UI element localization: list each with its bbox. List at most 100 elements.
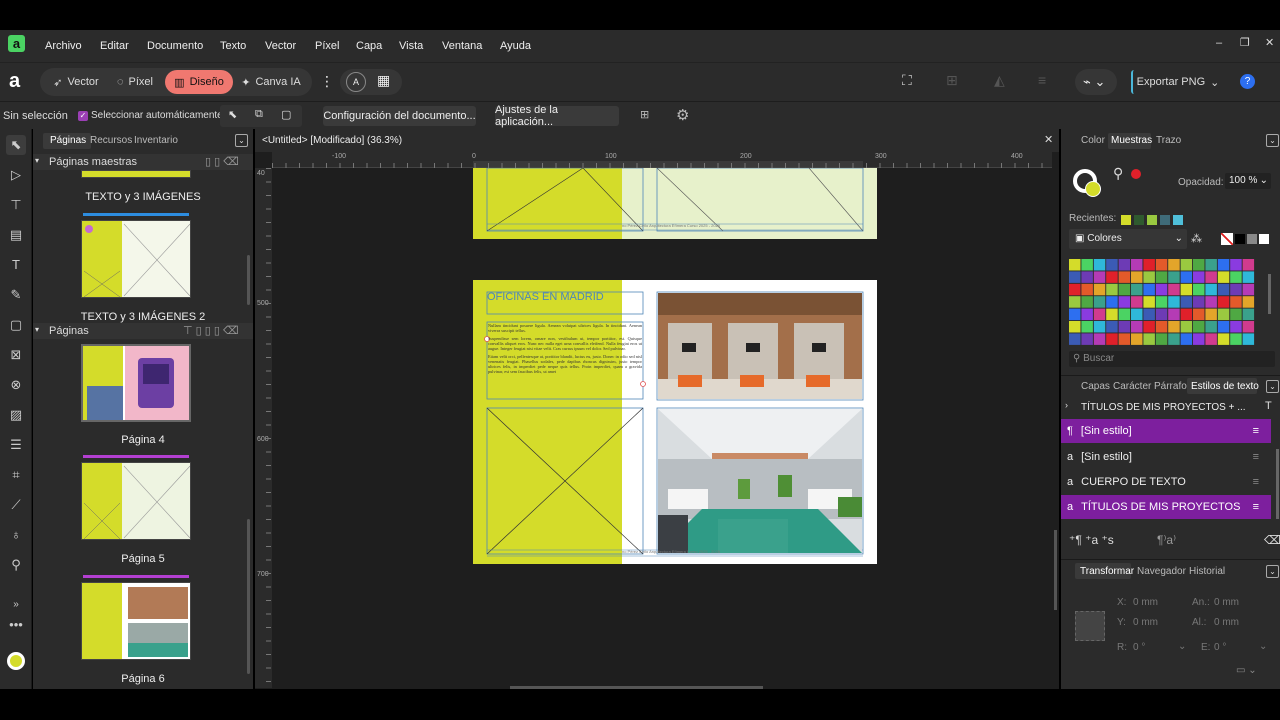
- palette-swatch[interactable]: [1069, 271, 1081, 283]
- master-thumbnail-2[interactable]: [81, 220, 191, 298]
- more-vertical-icon[interactable]: ⋮: [320, 73, 334, 90]
- palette-swatch[interactable]: [1118, 296, 1131, 308]
- palette-swatch[interactable]: [1230, 271, 1242, 283]
- tab-inventory[interactable]: Inventario: [134, 135, 178, 146]
- palette-swatch[interactable]: [1118, 308, 1131, 321]
- anchor-point-icon[interactable]: [1075, 611, 1105, 641]
- ellipse-frame-tool-icon[interactable]: ⊗: [6, 375, 26, 395]
- gear-icon[interactable]: ⚙: [676, 106, 689, 124]
- palette-swatch[interactable]: [1118, 259, 1131, 271]
- tab-navigator[interactable]: Navegador: [1137, 566, 1186, 577]
- palette-swatch[interactable]: [1217, 296, 1230, 308]
- close-tab-icon[interactable]: ✕: [1044, 133, 1053, 146]
- palette-swatch[interactable]: [1081, 296, 1093, 308]
- palette-swatch[interactable]: [1193, 283, 1205, 296]
- palette-swatch[interactable]: [1069, 283, 1081, 296]
- menu-editar[interactable]: Editar: [100, 40, 129, 52]
- persona-canva-button[interactable]: ✦ Canva IA: [238, 70, 304, 94]
- palette-swatch[interactable]: [1143, 321, 1155, 333]
- style-menu-icon[interactable]: ≡: [1253, 501, 1259, 513]
- menu-documento[interactable]: Documento: [147, 40, 203, 52]
- palette-swatch[interactable]: [1217, 283, 1230, 296]
- palette-swatch[interactable]: [1168, 283, 1180, 296]
- rotation-field[interactable]: 0 °: [1133, 642, 1145, 653]
- palette-swatch[interactable]: [1106, 308, 1118, 321]
- palette-swatch[interactable]: [1143, 333, 1155, 345]
- gray-swatch[interactable]: [1247, 234, 1257, 244]
- palette-options-icon[interactable]: ⁂: [1191, 232, 1202, 245]
- panel-menu-icon[interactable]: ⌄: [235, 134, 248, 147]
- palette-swatch[interactable]: [1143, 296, 1155, 308]
- tab-pages[interactable]: Páginas: [50, 135, 86, 146]
- style-menu-icon[interactable]: ≡: [1253, 476, 1259, 488]
- tab-paragraph[interactable]: Párrafo: [1154, 381, 1187, 392]
- palette-swatch[interactable]: [1242, 259, 1255, 271]
- palette-swatch[interactable]: [1143, 271, 1155, 283]
- palette-swatch[interactable]: [1217, 321, 1230, 333]
- master-thumb-partial[interactable]: [81, 170, 191, 178]
- width-field[interactable]: 0 mm: [1214, 597, 1239, 608]
- table-of-contents-icon[interactable]: ☰: [6, 435, 26, 455]
- palette-swatch[interactable]: [1069, 321, 1081, 333]
- y-field[interactable]: 0 mm: [1133, 617, 1158, 628]
- expand-icon[interactable]: ›: [1065, 400, 1068, 410]
- tab-swatches[interactable]: Muestras: [1111, 135, 1152, 146]
- minimize-icon[interactable]: –: [1216, 37, 1222, 49]
- tab-resources[interactable]: Recursos: [90, 135, 132, 146]
- tab-history[interactable]: Historial: [1189, 566, 1225, 577]
- palette-swatch[interactable]: [1180, 308, 1193, 321]
- opacity-field[interactable]: 100 % ⌄: [1225, 173, 1271, 189]
- palette-swatch[interactable]: [1155, 333, 1168, 345]
- recent-swatch[interactable]: [1147, 215, 1157, 225]
- menu-archivo[interactable]: Archivo: [45, 40, 82, 52]
- palette-swatch[interactable]: [1093, 271, 1106, 283]
- style-menu-icon[interactable]: ≡: [1253, 451, 1259, 463]
- palette-swatch[interactable]: [1155, 321, 1168, 333]
- palette-swatch[interactable]: [1093, 321, 1106, 333]
- palette-swatch[interactable]: [1230, 296, 1242, 308]
- node-tool-icon[interactable]: ▷: [6, 165, 26, 185]
- transform-options-icon[interactable]: ▭ ⌄: [1236, 665, 1257, 676]
- shear-field[interactable]: 0 °: [1214, 642, 1226, 653]
- style-row-project-titles[interactable]: a TÍTULOS DE MIS PROYECTOS ≡: [1061, 495, 1271, 519]
- palette-swatch[interactable]: [1155, 259, 1168, 271]
- palette-swatch[interactable]: [1106, 271, 1118, 283]
- palette-swatch[interactable]: [1230, 321, 1242, 333]
- palette-swatch[interactable]: [1205, 283, 1217, 296]
- palette-swatch[interactable]: [1168, 259, 1180, 271]
- apply-style-icon[interactable]: ¶⁾a⁾: [1157, 533, 1176, 547]
- persona-vector-button[interactable]: ➶ Vector: [46, 70, 106, 94]
- page-thumbnail-6[interactable]: [81, 582, 191, 660]
- height-field[interactable]: 0 mm: [1214, 617, 1239, 628]
- palette-swatch[interactable]: [1131, 283, 1143, 296]
- place-image-tool-icon[interactable]: ▨: [6, 405, 26, 425]
- menu-ventana[interactable]: Ventana: [442, 40, 482, 52]
- palette-swatch[interactable]: [1180, 321, 1193, 333]
- palette-swatch[interactable]: [1106, 333, 1118, 345]
- palette-swatch[interactable]: [1081, 259, 1093, 271]
- palette-swatch[interactable]: [1081, 333, 1093, 345]
- recent-swatch[interactable]: [1160, 215, 1170, 225]
- palette-swatch[interactable]: [1081, 271, 1093, 283]
- palette-swatch[interactable]: [1242, 296, 1255, 308]
- style-row-paragraph-none[interactable]: ¶ [Sin estilo] ≡: [1061, 419, 1271, 443]
- more-tools-icon[interactable]: •••: [6, 615, 26, 635]
- palette-swatch[interactable]: [1155, 308, 1168, 321]
- current-page[interactable]: OFICINAS EN MADRID Nullam tincidunt posu…: [473, 280, 877, 564]
- palette-swatch[interactable]: [1143, 308, 1155, 321]
- palette-swatch[interactable]: [1193, 259, 1205, 271]
- palette-swatch[interactable]: [1180, 259, 1193, 271]
- export-png-button[interactable]: Exportar PNG ⌄: [1131, 70, 1223, 94]
- artistic-text-tool-icon[interactable]: T: [6, 255, 26, 275]
- palette-swatch[interactable]: [1242, 283, 1255, 296]
- palette-swatch[interactable]: [1155, 296, 1168, 308]
- palette-swatch[interactable]: [1205, 296, 1217, 308]
- persona-pixel-button[interactable]: ◌ Píxel: [110, 70, 160, 94]
- none-swatch[interactable]: [1221, 233, 1233, 245]
- palette-swatch[interactable]: [1155, 271, 1168, 283]
- transparency-tool-icon[interactable]: ♁: [6, 525, 26, 545]
- panel-menu-icon[interactable]: ⌄: [1266, 565, 1279, 578]
- recent-swatch[interactable]: [1121, 215, 1131, 225]
- collapse-icon[interactable]: ▾: [35, 156, 39, 165]
- swatch-scrollbar[interactable]: [1268, 274, 1271, 314]
